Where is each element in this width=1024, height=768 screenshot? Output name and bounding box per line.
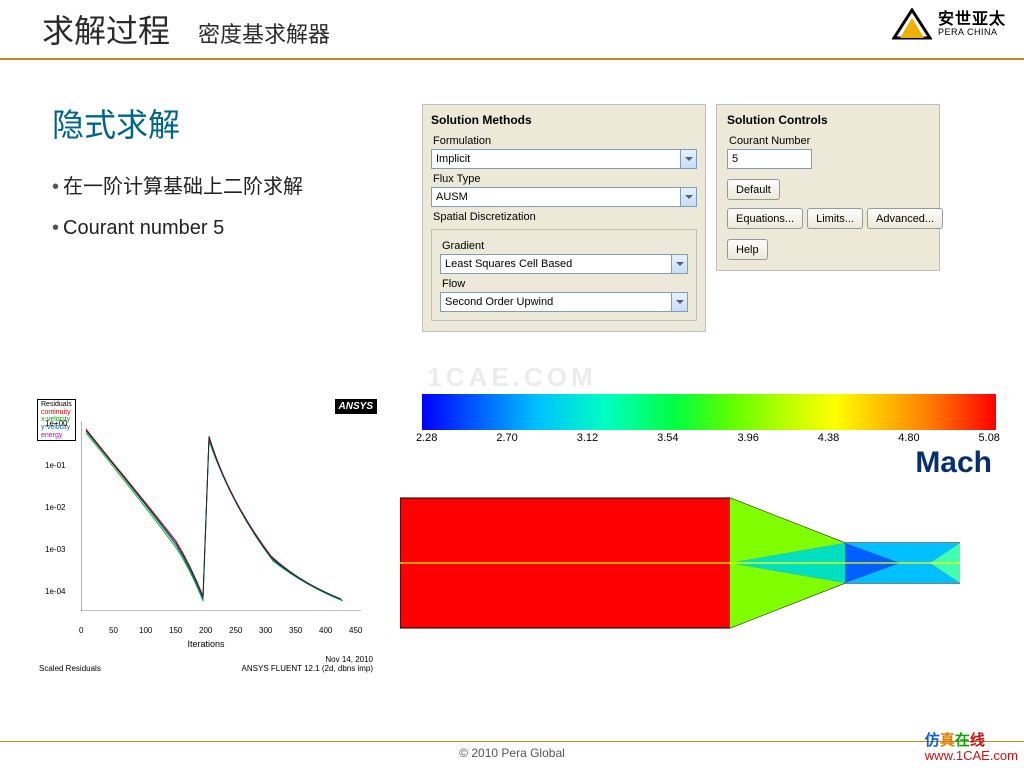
mach-contour-panel: 2.282.70 3.123.54 3.964.38 4.805.08 Mach: [400, 394, 1000, 680]
gradient-select[interactable]: Least Squares Cell Based: [440, 254, 688, 274]
page-subtitle: 密度基求解器: [198, 17, 330, 49]
mach-colorbar: [422, 394, 996, 430]
courant-number-label: Courant Number: [729, 135, 929, 147]
watermark: 1CAE.COM: [0, 362, 1024, 393]
page-title: 求解过程: [42, 6, 170, 52]
residuals-xlabel: Iterations: [31, 639, 381, 649]
residuals-footer-left: Scaled Residuals: [39, 664, 101, 673]
logo-text-en: PERA CHINA: [938, 28, 1006, 37]
section-title: 隐式求解: [52, 100, 382, 146]
bullet-2: Courant number 5: [52, 217, 382, 240]
pera-logo: 安世亚太 PERA CHINA: [892, 8, 1006, 40]
help-button[interactable]: Help: [727, 239, 768, 260]
flux-type-label: Flux Type: [433, 173, 697, 185]
solution-controls-title: Solution Controls: [727, 113, 929, 127]
chevron-down-icon: [671, 293, 687, 311]
advanced-button[interactable]: Advanced...: [867, 208, 943, 229]
spatial-discretization-group: Gradient Least Squares Cell Based Flow S…: [431, 229, 697, 321]
mach-title: Mach: [400, 446, 1000, 480]
site-badge: 仿真在线 www.1CAE.com: [925, 732, 1018, 764]
formulation-label: Formulation: [433, 135, 697, 147]
limits-button[interactable]: Limits...: [807, 208, 863, 229]
pera-triangle-icon: [892, 8, 932, 40]
solution-methods-panel: Solution Methods Formulation Implicit Fl…: [422, 104, 706, 332]
site-url: www.1CAE.com: [925, 749, 1018, 764]
chevron-down-icon: [680, 150, 696, 168]
bullet-1: 在一阶计算基础上二阶求解: [52, 170, 382, 199]
chevron-down-icon: [680, 188, 696, 206]
flow-label: Flow: [442, 278, 688, 290]
gradient-label: Gradient: [442, 240, 688, 252]
courant-number-input[interactable]: 5: [727, 149, 812, 169]
residuals-plot-area: [81, 421, 361, 611]
equations-button[interactable]: Equations...: [727, 208, 803, 229]
mach-contour-plot: [400, 488, 960, 638]
default-button[interactable]: Default: [727, 179, 780, 200]
logo-text-cn: 安世亚太: [938, 12, 1006, 28]
solution-methods-title: Solution Methods: [431, 113, 697, 127]
spatial-discretization-label: Spatial Discretization: [433, 211, 697, 223]
residuals-footer-right: Nov 14, 2010 ANSYS FLUENT 12.1 (2d, dbns…: [242, 655, 373, 673]
flow-select[interactable]: Second Order Upwind: [440, 292, 688, 312]
copyright: © 2010 Pera Global: [459, 746, 565, 760]
solution-controls-panel: Solution Controls Courant Number 5 Defau…: [716, 104, 940, 271]
ansys-badge: ANSYS: [335, 399, 377, 414]
residuals-chart: Residuals continuity x-velocity y-veloci…: [30, 394, 382, 680]
formulation-select[interactable]: Implicit: [431, 149, 697, 169]
chevron-down-icon: [671, 255, 687, 273]
slide-footer: © 2010 Pera Global: [0, 741, 1024, 760]
slide-header: 求解过程 密度基求解器 安世亚太 PERA CHINA: [0, 0, 1024, 60]
flux-type-select[interactable]: AUSM: [431, 187, 697, 207]
mach-colorbar-ticks: 2.282.70 3.123.54 3.964.38 4.805.08: [416, 432, 1000, 444]
